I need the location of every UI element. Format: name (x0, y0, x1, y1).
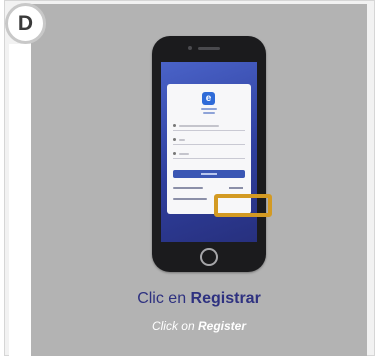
forgot-password-link (173, 187, 203, 189)
step-badge: D (5, 3, 46, 44)
lock-icon (173, 152, 176, 155)
register-highlight-box (214, 194, 272, 217)
caption-english: Click on Register (31, 319, 367, 333)
user-icon (173, 124, 176, 127)
help-link (173, 198, 207, 200)
camera-icon (188, 46, 192, 50)
password-field (173, 150, 245, 159)
email-field (173, 136, 245, 145)
logo-subtext-line (203, 112, 215, 114)
mail-icon (173, 138, 176, 141)
speaker-icon (198, 47, 220, 50)
home-button-icon (200, 248, 218, 266)
caption-english-prefix: Click on (151, 319, 198, 333)
step-letter: D (17, 11, 34, 35)
username-field (173, 122, 245, 131)
phone-illustration: e (152, 36, 266, 272)
register-link (229, 187, 243, 189)
caption-spanish-emphasis: Registrar (190, 290, 261, 307)
caption-spanish: Clic en Registrar (31, 290, 367, 308)
caption-spanish-prefix: Clic en (137, 290, 191, 307)
app-logo-icon: e (202, 92, 215, 105)
login-button (173, 170, 245, 178)
caption-english-emphasis: Register (197, 319, 247, 333)
logo-text-line (201, 108, 217, 110)
card-left-strip (9, 44, 31, 356)
